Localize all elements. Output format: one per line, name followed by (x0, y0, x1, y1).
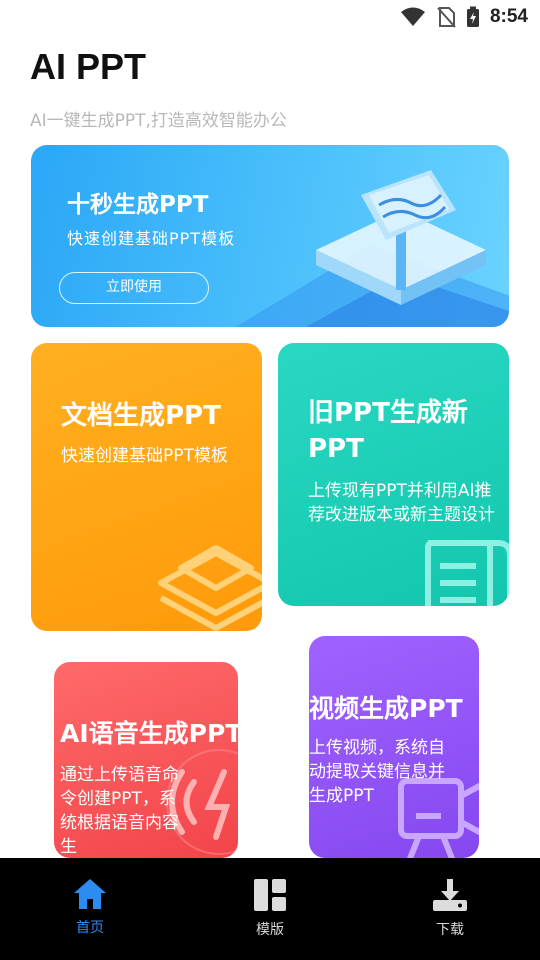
hero-title: 十秒生成PPT (67, 192, 209, 218)
hero-description: 快速创建基础PPT模板 (67, 229, 236, 248)
nav-home-label: 首页 (76, 920, 104, 936)
nav-downloads[interactable]: 下载 (360, 858, 540, 960)
card-video-to-ppt[interactable]: 视频生成PPT 上传视频，系统自动提取关键信息并生成PPT (309, 636, 479, 858)
nav-downloads-label: 下载 (436, 922, 464, 938)
card-video-title: 视频生成PPT (309, 694, 463, 723)
status-time: 8:54 (489, 6, 528, 27)
nav-templates[interactable]: 模版 (180, 858, 360, 960)
card-voice-to-ppt[interactable]: AI语音生成PPT 通过上传语音命令创建PPT，系统根据语音内容生 (54, 662, 238, 858)
app-subtitle: AI一键生成PPT,打造高效智能办公 (30, 111, 287, 131)
app-title: AI PPT (30, 46, 147, 87)
nav-templates-label: 模版 (256, 922, 284, 938)
document-icon (425, 540, 509, 606)
card-document-description: 快速创建基础PPT模板 (61, 446, 228, 466)
card-old-ppt-to-new[interactable]: 旧PPT生成新PPT 上传现有PPT并利用AI推荐改进版本或新主题设计 (278, 343, 509, 606)
download-icon (433, 879, 467, 911)
card-document-to-ppt[interactable]: 文档生成PPT 快速创建基础PPT模板 (31, 343, 262, 631)
app-screen: 8:54 AI PPT AI一键生成PPT,打造高效智能办公 十秒生成PPT 快… (0, 0, 540, 960)
use-now-button[interactable]: 立即使用 (59, 272, 209, 304)
nav-home[interactable]: 首页 (0, 858, 180, 960)
bottom-navigation: 首页 模版 下载 (0, 858, 540, 960)
card-voice-description: 通过上传语音命令创建PPT，系统根据语音内容生 (60, 765, 179, 857)
card-old-ppt-title: 旧PPT生成新PPT (308, 398, 468, 464)
layers-icon (158, 545, 262, 631)
wifi-icon (400, 7, 425, 26)
card-document-title: 文档生成PPT (61, 401, 221, 431)
card-voice-title: AI语音生成PPT (60, 719, 238, 748)
card-video-description: 上传视频，系统自动提取关键信息并生成PPT (309, 738, 445, 806)
no-sim-icon (437, 7, 456, 28)
status-bar: 8:54 (0, 0, 540, 36)
battery-charging-icon (466, 6, 479, 27)
hero-illustration (235, 170, 509, 327)
hero-card-ten-second-ppt[interactable]: 十秒生成PPT 快速创建基础PPT模板 立即使用 (31, 145, 509, 327)
home-icon (74, 879, 106, 909)
card-old-ppt-description: 上传现有PPT并利用AI推荐改进版本或新主题设计 (308, 481, 495, 525)
template-icon (254, 879, 286, 911)
